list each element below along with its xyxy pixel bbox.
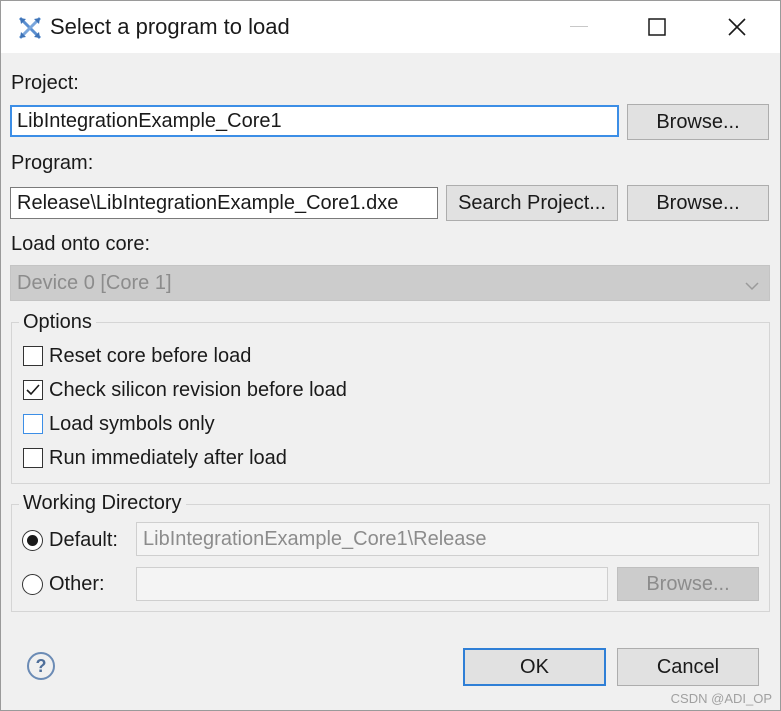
load-onto-core-label: Load onto core:	[11, 233, 150, 255]
project-input[interactable]: LibIntegrationExample_Core1	[10, 105, 619, 137]
maximize-icon	[648, 18, 666, 36]
default-label[interactable]: Default:	[49, 529, 118, 552]
run-immediately-label[interactable]: Run immediately after load	[49, 447, 287, 470]
search-project-button[interactable]: Search Project...	[446, 185, 618, 221]
project-label: Project:	[11, 72, 79, 94]
default-radio[interactable]	[22, 530, 43, 551]
directory-browse-button[interactable]: Browse...	[617, 567, 759, 601]
close-button[interactable]	[709, 1, 765, 53]
checkmark-icon	[26, 384, 40, 396]
project-browse-button[interactable]: Browse...	[627, 104, 769, 140]
select-program-dialog: Select a program to load Project: LibInt…	[0, 0, 781, 711]
other-directory-field	[136, 567, 608, 601]
other-radio[interactable]	[22, 574, 43, 595]
check-silicon-checkbox[interactable]	[23, 380, 43, 400]
core-select[interactable]: Device 0 [Core 1]	[10, 265, 770, 301]
reset-core-label[interactable]: Reset core before load	[49, 345, 251, 368]
maximize-button[interactable]	[629, 1, 685, 53]
load-symbols-checkbox[interactable]	[23, 414, 43, 434]
minimize-button[interactable]	[551, 1, 607, 53]
close-icon	[728, 18, 746, 36]
title-bar: Select a program to load	[1, 1, 780, 53]
options-group-title: Options	[19, 311, 96, 334]
program-label: Program:	[11, 152, 94, 174]
reset-core-checkbox[interactable]	[23, 346, 43, 366]
window-title: Select a program to load	[50, 14, 290, 39]
ok-button[interactable]: OK	[463, 648, 606, 686]
chevron-down-icon	[745, 278, 759, 296]
load-symbols-label[interactable]: Load symbols only	[49, 413, 215, 436]
minimize-icon	[570, 26, 588, 27]
default-directory-field: LibIntegrationExample_Core1\Release	[136, 522, 759, 556]
run-immediately-checkbox[interactable]	[23, 448, 43, 468]
cancel-button[interactable]: Cancel	[617, 648, 759, 686]
other-label[interactable]: Other:	[49, 573, 105, 596]
program-browse-button[interactable]: Browse...	[627, 185, 769, 221]
cross-arrows-icon	[17, 15, 43, 41]
core-select-value: Device 0 [Core 1]	[17, 272, 172, 294]
working-directory-title: Working Directory	[19, 492, 186, 515]
program-input[interactable]: Release\LibIntegrationExample_Core1.dxe	[10, 187, 438, 219]
radio-selected-dot	[27, 535, 38, 546]
help-icon[interactable]: ?	[27, 652, 55, 680]
check-silicon-label[interactable]: Check silicon revision before load	[49, 379, 347, 402]
watermark-text: CSDN @ADI_OP	[670, 691, 772, 706]
